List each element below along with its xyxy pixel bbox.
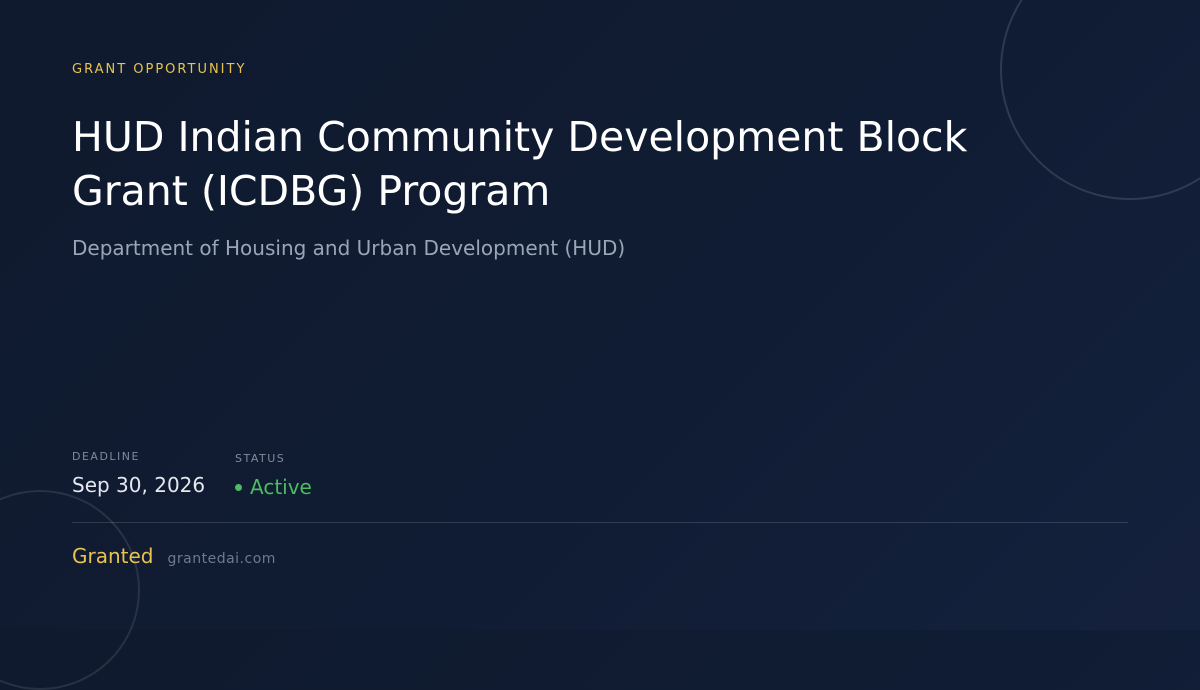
status-label: STATUS <box>235 452 286 465</box>
eyebrow-label: GRANT OPPORTUNITY <box>72 62 247 77</box>
status-badge: Active <box>235 475 312 499</box>
status-block: STATUS Active <box>235 452 312 499</box>
brand-logo-text: Granted <box>72 544 154 568</box>
footer-divider <box>72 522 1128 523</box>
site-url: grantedai.com <box>167 551 276 567</box>
deadline-value: Sep 30, 2026 <box>72 473 206 497</box>
grant-title: HUD Indian Community Development Block G… <box>72 113 968 215</box>
status-dot-icon <box>235 483 242 491</box>
agency-name: Department of Housing and Urban Developm… <box>72 236 626 260</box>
status-value: Active <box>250 475 312 499</box>
footer: Granted grantedai.com <box>72 544 276 568</box>
decorative-ring-bottom <box>0 490 140 690</box>
deadline-label: DEADLINE <box>72 450 140 463</box>
deadline-block: DEADLINE Sep 30, 2026 <box>72 450 205 497</box>
